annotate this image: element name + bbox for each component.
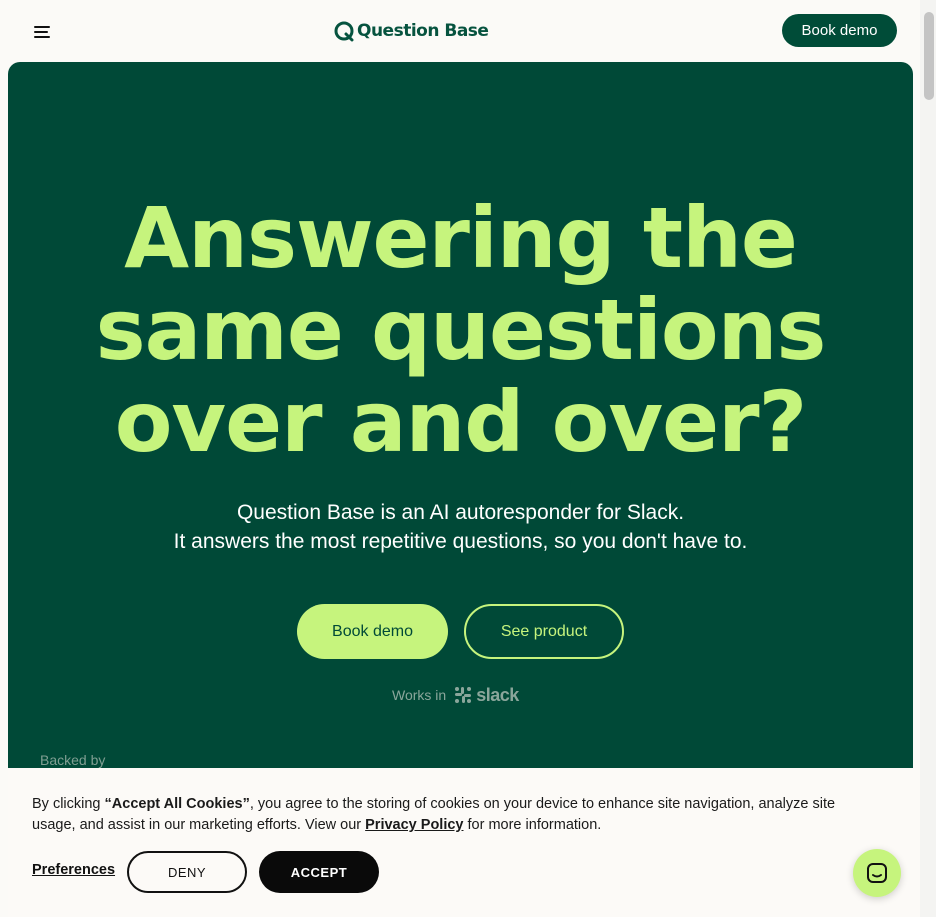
cookie-consent-text: By clicking “Accept All Cookies”, you ag… [32, 794, 882, 836]
page-scrollbar[interactable] [920, 0, 936, 917]
works-in-slack: Works in slack [392, 682, 519, 708]
cookie-banner: By clicking “Accept All Cookies”, you ag… [8, 768, 920, 917]
cookie-text-accept-all: “Accept All Cookies” [104, 796, 250, 812]
deny-button[interactable]: DENY [127, 851, 247, 893]
see-product-button[interactable]: See product [464, 604, 624, 659]
logo-text: Question Base [357, 21, 489, 41]
headline-line-2: same questions [95, 281, 827, 379]
subtitle-line-2: It answers the most repetitive questions… [173, 530, 748, 553]
hero-book-demo-button[interactable]: Book demo [297, 604, 448, 659]
backed-by-label: Backed by [40, 752, 106, 768]
scrollbar-thumb[interactable] [924, 12, 934, 100]
privacy-policy-link[interactable]: Privacy Policy [365, 817, 463, 833]
headline-line-3: over and over? [114, 373, 808, 471]
slack-logo: slack [454, 685, 519, 706]
chat-bubble-icon [867, 863, 887, 883]
question-base-logo-icon [334, 21, 354, 42]
accept-button[interactable]: ACCEPT [259, 851, 379, 893]
subtitle-line-1: Question Base is an AI autoresponder for… [236, 501, 685, 524]
hero-headline: Answering the same questions over and ov… [8, 192, 913, 468]
preferences-link[interactable]: Preferences [32, 862, 115, 878]
chat-launcher-button[interactable] [853, 849, 901, 897]
site-logo[interactable]: Question Base [333, 18, 489, 44]
works-in-label: Works in [392, 687, 447, 703]
headline-line-1: Answering the [124, 189, 798, 287]
cookie-text-prefix: By clicking [32, 796, 105, 812]
hamburger-menu-icon[interactable] [26, 20, 58, 44]
cookie-text-suffix: for more information. [463, 817, 602, 833]
top-navigation-bar: Question Base Book demo [0, 0, 936, 62]
header-book-demo-button[interactable]: Book demo [782, 14, 897, 47]
slack-logo-icon [455, 687, 472, 703]
slack-wordmark: slack [476, 684, 519, 705]
hero-subtitle: Question Base is an AI autoresponder for… [8, 498, 913, 556]
